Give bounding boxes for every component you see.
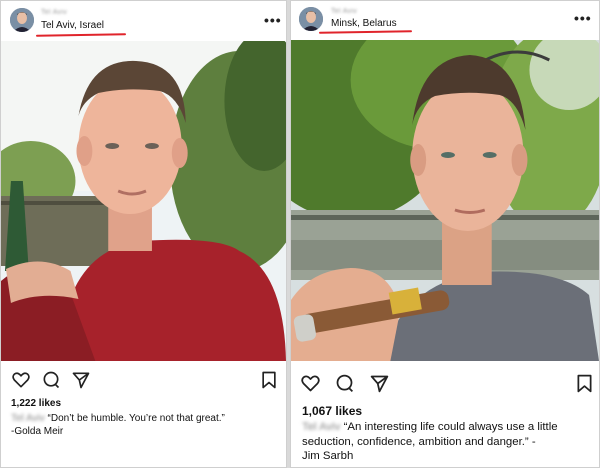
caption-username[interactable]: Tel Aviv [302,421,340,433]
post-photo[interactable] [1,41,286,361]
share-icon[interactable] [71,370,91,390]
caption-author: Jim Sarbh [302,450,354,462]
post-tel-aviv: Tel Aviv Tel Aviv, Israel ••• 1,222 like… [0,0,287,468]
avatar[interactable] [10,8,34,32]
bookmark-icon[interactable] [574,373,595,394]
action-bar [1,368,286,392]
caption-text: “An interesting life could always use a … [302,421,558,448]
post-header: Tel Aviv Tel Aviv, Israel ••• [1,1,286,39]
likes-count[interactable]: 1,222 likes [11,398,61,409]
heart-icon[interactable] [11,370,31,390]
photo-image [1,41,286,361]
post-photo[interactable] [291,40,599,361]
bookmark-icon[interactable] [259,370,279,390]
avatar-image [299,7,323,31]
avatar-image [10,8,34,32]
heart-icon[interactable] [300,373,321,394]
avatar[interactable] [299,7,323,31]
caption-username[interactable]: Tel Aviv [11,413,45,424]
username[interactable]: Tel Aviv [41,9,67,16]
more-icon[interactable]: ••• [574,11,592,25]
location-label[interactable]: Tel Aviv, Israel [41,20,104,31]
caption: Tel Aviv “Don’t be humble. You’re not th… [11,412,283,438]
caption: Tel Aviv “An interesting life could alwa… [302,420,598,464]
username[interactable]: Tel Aviv [331,8,357,15]
caption-author: -Golda Meir [11,426,64,437]
likes-count[interactable]: 1,067 likes [302,404,362,418]
post-minsk: Tel Aviv Minsk, Belarus ••• 1,067 likes … [290,0,600,468]
share-icon[interactable] [369,373,390,394]
location-underline [318,30,413,34]
location-label[interactable]: Minsk, Belarus [331,18,397,29]
photo-image [291,40,599,361]
comment-icon[interactable] [41,370,61,390]
location-underline [35,33,127,37]
action-bar [291,371,599,395]
comment-icon[interactable] [334,373,355,394]
more-icon[interactable]: ••• [264,13,282,27]
post-header: Tel Aviv Minsk, Belarus ••• [291,1,599,39]
caption-text: “Don’t be humble. You’re not that great.… [47,413,225,424]
